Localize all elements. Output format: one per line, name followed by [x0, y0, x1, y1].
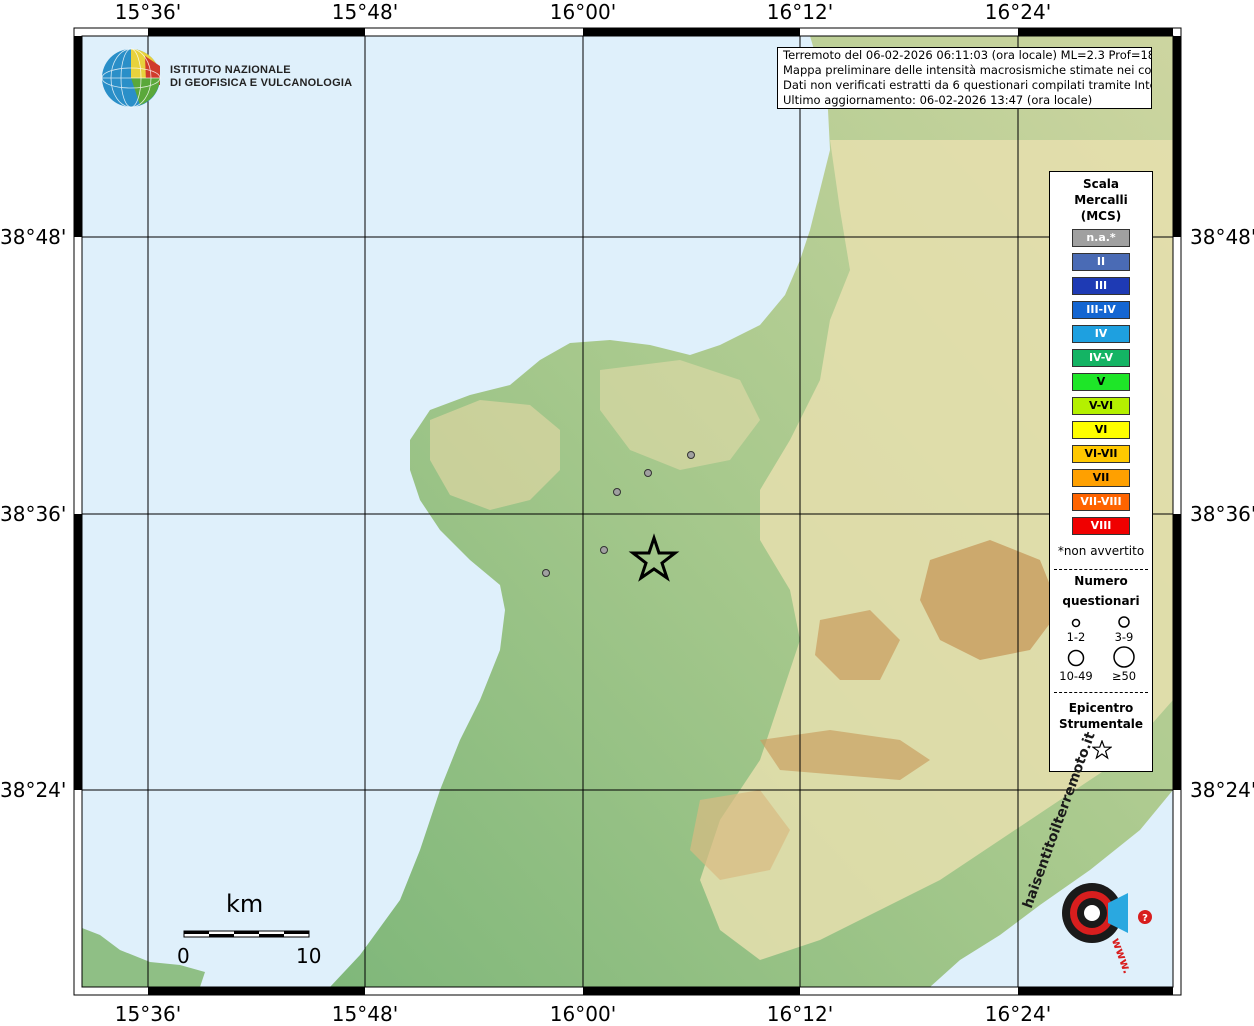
event-description: Terremoto del 06-02-2026 06:11:03 (ora l…	[783, 48, 1152, 62]
intensity-swatch: VII-VIII	[1072, 493, 1130, 511]
report-dot	[613, 488, 621, 496]
legend-title-line: (MCS)	[1080, 209, 1122, 223]
report-dot	[687, 451, 695, 459]
legend-title-line: Scala	[1082, 177, 1120, 191]
count-label: 1-2	[1066, 630, 1086, 644]
count-label: 3-9	[1114, 630, 1134, 644]
report-dot	[644, 469, 652, 477]
bottom-tick-label: 15°36'	[114, 1002, 182, 1026]
top-tick-label: 16°24'	[984, 0, 1052, 24]
count-label: ≥50	[1111, 669, 1137, 683]
intensity-swatch: VI	[1072, 421, 1130, 439]
intensity-swatch: VIII	[1072, 517, 1130, 535]
svg-text:?: ?	[1142, 913, 1148, 924]
intensity-swatch: VI-VII	[1072, 445, 1130, 463]
epicenter-title: Epicentro	[1068, 701, 1134, 715]
legend-separator	[1054, 569, 1148, 570]
top-tick-label: 16°00'	[549, 0, 617, 24]
top-tick-label: 16°12'	[766, 0, 834, 24]
intensity-swatch: III	[1072, 277, 1130, 295]
bottom-tick-label: 16°24'	[984, 1002, 1052, 1026]
right-tick-label: 38°36'	[1190, 502, 1254, 526]
top-tick-label: 15°36'	[114, 0, 182, 24]
left-tick-label: 38°48'	[0, 225, 67, 249]
count-symbol-large	[1067, 649, 1085, 667]
scale-start: 0	[177, 944, 190, 968]
legend-title: Scala Mercalli (MCS)	[1050, 176, 1152, 224]
right-tick-label: 38°24'	[1190, 778, 1254, 802]
left-tick-label: 38°36'	[0, 502, 67, 526]
report-dot	[600, 546, 608, 554]
scale-bar	[183, 930, 310, 938]
logo-line-2: DI GEOFISICA E VULCANOLOGIA	[170, 77, 353, 89]
right-tick-label: 38°48'	[1190, 225, 1254, 249]
count-symbol-medium	[1118, 616, 1130, 628]
count-symbol-small	[1071, 618, 1081, 628]
count-label: 10-49	[1059, 669, 1093, 683]
scale-end: 10	[296, 944, 322, 968]
ingv-logo-icon	[101, 48, 161, 108]
legend-title-line: Mercalli	[1074, 193, 1128, 207]
last-update: Ultimo aggiornamento: 06-02-2026 13:47 (…	[783, 93, 1093, 107]
ingv-logo-text: ISTITUTO NAZIONALE DI GEOFISICA E VULCAN…	[170, 64, 352, 90]
legend-panel: Scala Mercalli (MCS) n.a.* II III III-IV IV I…	[1049, 171, 1153, 772]
intensity-swatch: n.a.*	[1072, 229, 1130, 247]
intensity-swatch: III-IV	[1072, 301, 1130, 319]
bottom-tick-label: 16°12'	[766, 1002, 834, 1026]
count-symbol-xlarge	[1113, 646, 1135, 668]
intensity-swatch: IV-V	[1072, 349, 1130, 367]
left-tick-label: 38°24'	[0, 778, 67, 802]
bottom-tick-label: 15°48'	[331, 1002, 399, 1026]
legend-separator	[1054, 692, 1148, 693]
map-description: Mappa preliminare delle intensità macros…	[783, 63, 1152, 77]
data-disclaimer: Dati non verificati estratti da 6 questi…	[783, 78, 1152, 92]
report-dot	[542, 569, 550, 577]
intensity-swatch: V-VI	[1072, 397, 1130, 415]
bottom-tick-label: 16°00'	[549, 1002, 617, 1026]
not-felt-note: *non avvertito	[1057, 544, 1145, 558]
count-subtitle: questionari	[1062, 594, 1140, 608]
count-title: Numero	[1074, 574, 1128, 588]
intensity-swatch: V	[1072, 373, 1130, 391]
intensity-swatch: VII	[1072, 469, 1130, 487]
top-tick-label: 15°48'	[331, 0, 399, 24]
logo-line-1: ISTITUTO NAZIONALE	[170, 64, 291, 76]
scale-unit: km	[226, 890, 264, 918]
epicenter-subtitle: Strumentale	[1058, 717, 1144, 731]
event-info-box: Terremoto del 06-02-2026 06:11:03 (ora l…	[777, 47, 1152, 109]
intensity-swatch: II	[1072, 253, 1130, 271]
intensity-swatch: IV	[1072, 325, 1130, 343]
